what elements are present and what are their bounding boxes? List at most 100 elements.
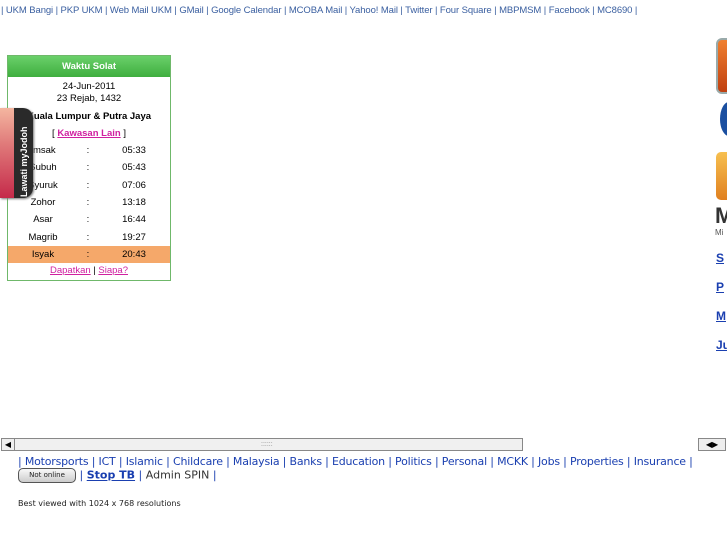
top-link-8[interactable]: Four Square bbox=[440, 5, 492, 16]
right-link-3[interactable]: M bbox=[716, 309, 726, 323]
top-link-10[interactable]: Facebook bbox=[549, 5, 590, 16]
colon: : bbox=[86, 197, 90, 209]
category-link-4[interactable]: Malaysia bbox=[233, 455, 280, 468]
colon: : bbox=[78, 245, 98, 264]
prayer-name: Asar bbox=[33, 214, 53, 226]
separator: | bbox=[321, 455, 332, 468]
hijri-date: 23 Rejab, 1432 bbox=[56, 93, 122, 104]
colon: : bbox=[86, 179, 90, 191]
prayer-time: 05:43 bbox=[122, 162, 146, 174]
online-status-badge[interactable]: Not online bbox=[18, 468, 76, 483]
top-link-7[interactable]: Twitter bbox=[405, 5, 432, 16]
separator: | bbox=[685, 455, 693, 468]
category-link-8[interactable]: Personal bbox=[442, 455, 487, 468]
top-link-6[interactable]: Yahoo! Mail bbox=[350, 5, 398, 16]
separator: | bbox=[432, 5, 440, 16]
prayer-time: 07:06 bbox=[122, 179, 146, 191]
separator: | bbox=[541, 5, 549, 16]
app-icon-blue[interactable] bbox=[720, 102, 727, 136]
category-link-5[interactable]: Banks bbox=[289, 455, 322, 468]
top-link-4[interactable]: Google Calendar bbox=[211, 5, 281, 16]
separator: | bbox=[342, 5, 350, 16]
separator: | bbox=[18, 455, 25, 468]
prayer-time: 19:27 bbox=[122, 231, 146, 243]
prayer-row: Zohor:13:18 bbox=[8, 194, 170, 211]
prayer-time: 13:18 bbox=[122, 197, 146, 209]
top-link-9[interactable]: MBPMSM bbox=[499, 5, 541, 16]
separator: | bbox=[527, 455, 538, 468]
top-link-3[interactable]: GMail bbox=[179, 5, 203, 16]
bracket-close: ] bbox=[123, 128, 126, 139]
separator: | bbox=[623, 455, 634, 468]
separator: | bbox=[559, 455, 570, 468]
separator: | bbox=[281, 5, 289, 16]
kawasan-lain-link[interactable]: Kawasan Lain bbox=[57, 128, 120, 139]
separator: | bbox=[203, 5, 212, 16]
category-link-9[interactable]: MCKK bbox=[497, 455, 528, 468]
prayer-time: 16:44 bbox=[122, 214, 146, 226]
widget-footer: Dapatkan | Siapa? bbox=[8, 265, 170, 276]
right-link-4[interactable]: Ju bbox=[716, 338, 727, 352]
prayer-row: Asar: 16:44 bbox=[8, 211, 170, 228]
category-link-2[interactable]: Islamic bbox=[126, 455, 163, 468]
siapa-link[interactable]: Siapa? bbox=[98, 265, 128, 276]
separator: | bbox=[384, 455, 396, 468]
category-link-10[interactable]: Jobs bbox=[538, 455, 560, 468]
bracket-open: [ bbox=[52, 128, 55, 139]
category-links: | Motorsports | ICT | Islamic | Childcar… bbox=[18, 455, 693, 468]
admin-spin-text: Admin SPIN bbox=[145, 468, 210, 482]
top-link-1[interactable]: PKP UKM bbox=[61, 5, 103, 16]
date-block: 24-Jun-2011 23 Rejab, 1432 bbox=[8, 81, 170, 105]
prayer-name: Magrib bbox=[28, 231, 58, 243]
m-logo-letter: M bbox=[715, 203, 727, 228]
separator: | bbox=[88, 455, 99, 468]
grip-icon: :::::: bbox=[261, 441, 273, 448]
right-link-2[interactable]: P bbox=[716, 280, 724, 294]
scroll-thumb[interactable]: :::::: bbox=[15, 439, 522, 450]
prayer-row: Isyak:20:43 bbox=[8, 245, 170, 264]
colon: : bbox=[86, 231, 90, 243]
separator: | bbox=[486, 455, 498, 468]
myjodoh-tab[interactable]: Lawati myJodoh bbox=[0, 108, 33, 198]
category-link-12[interactable]: Insurance bbox=[634, 455, 686, 468]
top-link-5[interactable]: MCOBA Mail bbox=[289, 5, 342, 16]
top-links-bar: | UKM Bangi | PKP UKM | Web Mail UKM | G… bbox=[1, 5, 637, 16]
prayer-time: 20:43 bbox=[98, 245, 170, 264]
colon: : bbox=[86, 162, 90, 174]
top-link-11[interactable]: MC8690 bbox=[597, 5, 632, 16]
separator: | bbox=[431, 455, 442, 468]
prayer-time: 05:33 bbox=[122, 145, 146, 157]
best-viewed-note: Best viewed with 1024 x 768 resolutions bbox=[18, 499, 181, 508]
category-link-1[interactable]: ICT bbox=[99, 455, 116, 468]
right-link-1[interactable]: S bbox=[716, 251, 724, 265]
m-logo-subtext: Mi bbox=[715, 228, 724, 237]
prayer-name: Isyak bbox=[8, 245, 78, 264]
separator: | bbox=[162, 455, 173, 468]
horizontal-scrollbar[interactable]: ◀ :::::: bbox=[1, 438, 523, 451]
scroll-left-icon[interactable]: ◀ bbox=[2, 439, 15, 450]
separator: | bbox=[115, 455, 126, 468]
stop-tb-link[interactable]: Stop TB bbox=[87, 469, 135, 482]
top-link-0[interactable]: UKM Bangi bbox=[6, 5, 53, 16]
category-link-6[interactable]: Education bbox=[332, 455, 385, 468]
myjodoh-label: Lawati myJodoh bbox=[19, 126, 29, 197]
dapatkan-link[interactable]: Dapatkan bbox=[50, 265, 91, 276]
prayer-row: Magrib: 19:27 bbox=[8, 228, 170, 245]
separator: | bbox=[491, 5, 500, 16]
category-link-11[interactable]: Properties bbox=[570, 455, 624, 468]
separator: | bbox=[79, 468, 87, 482]
top-link-2[interactable]: Web Mail UKM bbox=[110, 5, 172, 16]
app-icon-orange[interactable] bbox=[716, 38, 727, 94]
prayer-times-title: Waktu Solat bbox=[8, 56, 170, 77]
separator: | bbox=[279, 455, 290, 468]
category-link-3[interactable]: Childcare bbox=[173, 455, 223, 468]
separator: | bbox=[93, 265, 96, 277]
scroll-arrows-right[interactable]: ◀▶ bbox=[698, 438, 726, 451]
separator: | bbox=[222, 455, 233, 468]
category-link-0[interactable]: Motorsports bbox=[25, 455, 89, 468]
category-link-7[interactable]: Politics bbox=[395, 455, 432, 468]
separator: | bbox=[138, 468, 146, 482]
separator: | bbox=[589, 5, 598, 16]
separator: | bbox=[212, 468, 217, 482]
app-icon-yellow[interactable] bbox=[716, 152, 727, 200]
